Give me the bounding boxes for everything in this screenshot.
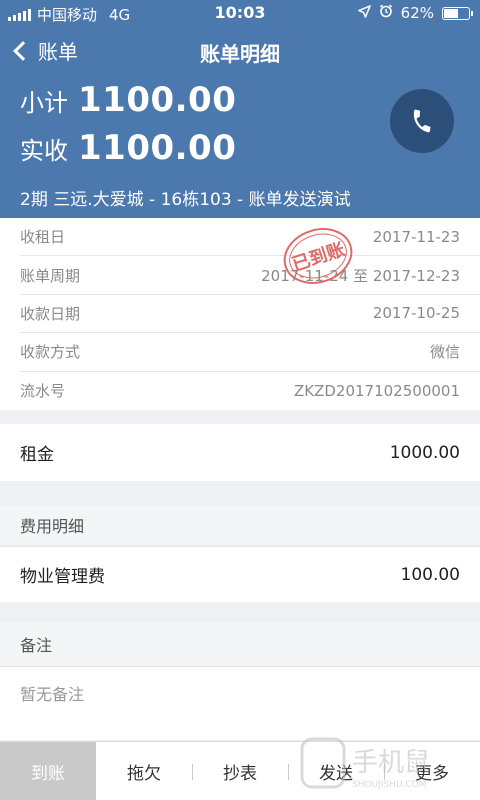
remark-content: 暂无备注 bbox=[0, 666, 480, 740]
bottom-action-bar: 到账 拖欠 抄表 发送 更多 bbox=[0, 741, 480, 800]
chevron-left-icon bbox=[13, 40, 33, 61]
bill-info-list: 收租日 2017-11-23 账单周期 2017-11-24 至 2017-12… bbox=[0, 218, 480, 410]
received-row: 实收 1100.00 bbox=[20, 128, 236, 168]
bill-subtitle: 2期 三远.大爱城 - 16栋103 - 账单发送演试 bbox=[20, 190, 351, 210]
info-value: ZKZD2017102500001 bbox=[293, 381, 460, 400]
location-arrow-icon bbox=[357, 4, 371, 22]
rent-value: 1000.00 bbox=[389, 442, 460, 463]
fee-item-label: 物业管理费 bbox=[20, 567, 105, 587]
tab-send[interactable]: 发送 bbox=[288, 742, 384, 800]
info-value: 2017-10-25 bbox=[372, 304, 460, 323]
info-label: 收租日 bbox=[20, 228, 66, 247]
tab-received[interactable]: 到账 bbox=[0, 742, 96, 800]
back-label: 账单 bbox=[38, 40, 78, 64]
fee-item-row: 物业管理费 100.00 bbox=[0, 546, 480, 602]
info-row-payment-method: 收款方式 微信 bbox=[20, 333, 480, 372]
tab-meter-reading[interactable]: 抄表 bbox=[192, 742, 288, 800]
tab-more[interactable]: 更多 bbox=[384, 742, 480, 800]
info-value: 微信 bbox=[429, 343, 460, 362]
phone-icon bbox=[413, 109, 431, 133]
tab-overdue[interactable]: 拖欠 bbox=[96, 742, 192, 800]
alarm-icon bbox=[379, 4, 393, 22]
subtotal-value: 1100.00 bbox=[78, 80, 237, 120]
rent-label: 租金 bbox=[20, 445, 54, 465]
info-label: 流水号 bbox=[20, 382, 66, 401]
fee-item-value: 100.00 bbox=[400, 564, 460, 585]
info-label: 收款方式 bbox=[20, 343, 81, 362]
info-value: 2017-11-23 bbox=[372, 227, 460, 246]
subtotal-label: 小计 bbox=[20, 89, 68, 117]
remark-section-title: 备注 bbox=[0, 622, 480, 666]
fee-section-title: 费用明细 bbox=[0, 505, 480, 545]
info-row-payment-date: 收款日期 2017-10-25 bbox=[20, 295, 480, 334]
subtotal-row: 小计 1100.00 bbox=[20, 80, 236, 120]
info-label: 账单周期 bbox=[20, 266, 81, 285]
info-row-serial-number: 流水号 ZKZD2017102500001 bbox=[20, 372, 480, 410]
received-label: 实收 bbox=[20, 137, 68, 165]
info-label: 收款日期 bbox=[20, 304, 81, 323]
battery-icon bbox=[442, 6, 473, 20]
call-button[interactable] bbox=[390, 89, 454, 153]
battery-percent: 62% bbox=[400, 4, 434, 22]
received-value: 1100.00 bbox=[78, 128, 237, 168]
header: 中国移动 4G 10:03 62% 账单 账单明细 小计 1100.00 实收 … bbox=[0, 0, 480, 218]
rent-row: 租金 1000.00 bbox=[0, 424, 480, 481]
info-row-bill-period: 账单周期 2017-11-24 至 2017-12-23 bbox=[20, 256, 480, 295]
info-value: 2017-11-24 至 2017-12-23 bbox=[261, 266, 460, 285]
back-button[interactable]: 账单 bbox=[12, 36, 78, 65]
info-row-rent-day: 收租日 2017-11-23 bbox=[20, 218, 480, 257]
status-bar: 中国移动 4G 10:03 62% bbox=[0, 0, 480, 26]
